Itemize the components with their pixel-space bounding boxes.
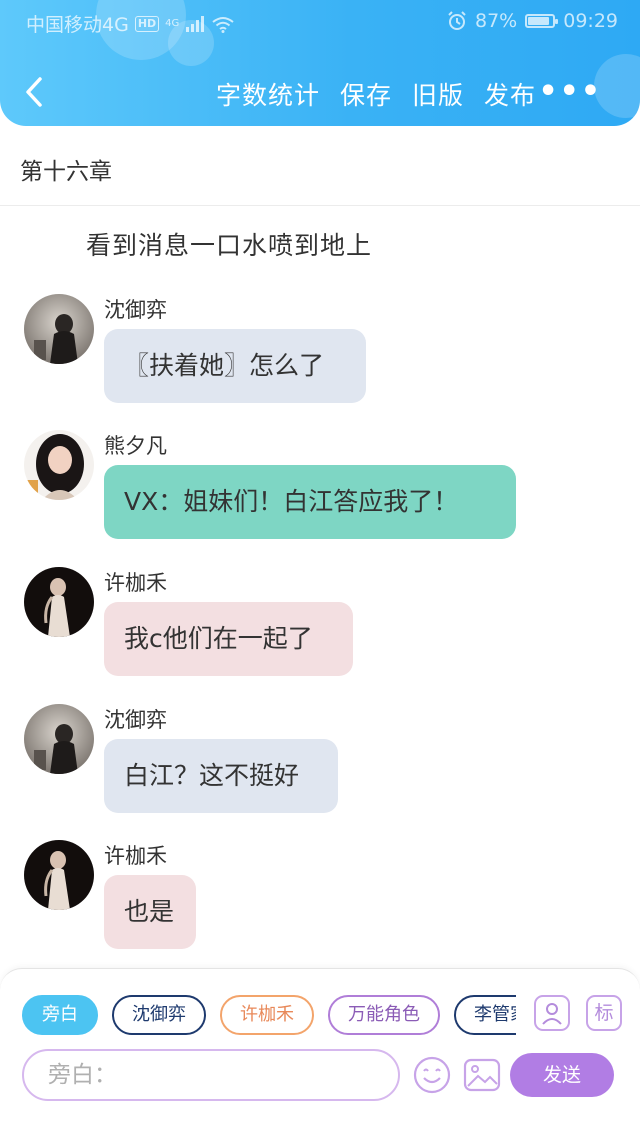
avatar[interactable] xyxy=(24,704,94,774)
back-button[interactable] xyxy=(18,74,52,110)
chip-character[interactable]: 沈御弈 xyxy=(112,995,206,1035)
chip-narrator[interactable]: 旁白 xyxy=(22,995,98,1035)
message-bubble[interactable]: 我c他们在一起了 xyxy=(104,602,353,676)
chip-character[interactable]: 李管家 xyxy=(454,995,516,1035)
emoji-icon[interactable] xyxy=(412,1055,452,1095)
top-header: 中国移动4G HD 4G 87% 09:29 字数统计 保存 旧版 发布 ••• xyxy=(0,0,640,126)
alarm-icon xyxy=(448,11,466,30)
message-bubble[interactable]: 也是 xyxy=(104,875,196,949)
publish-button[interactable]: 发布 xyxy=(484,76,536,112)
network-type: 4G xyxy=(165,18,180,29)
avatar-photo xyxy=(24,294,94,364)
signal-icon xyxy=(186,15,205,32)
carrier-label: 中国移动4G xyxy=(26,14,129,36)
sender-name: 许枷禾 xyxy=(104,844,167,868)
hd-badge: HD xyxy=(134,15,160,32)
battery-icon xyxy=(525,14,559,28)
battery-percent: 87% xyxy=(475,10,518,32)
avatar[interactable] xyxy=(24,840,94,910)
battery-level xyxy=(528,17,550,25)
avatar-photo xyxy=(24,840,94,910)
clock-time: 09:29 xyxy=(563,10,618,32)
message-bubble[interactable]: VX：姐妹们！白江答应我了！ xyxy=(104,465,516,539)
avatar-photo xyxy=(24,704,94,774)
avatar[interactable] xyxy=(24,567,94,637)
old-version-button[interactable]: 旧版 xyxy=(412,76,464,112)
narration-text: 看到消息一口水喷到地上 xyxy=(86,231,373,260)
chevron-left-icon xyxy=(26,77,42,107)
chapter-title-row[interactable]: 第十六章 xyxy=(0,126,640,206)
avatar-photo xyxy=(24,567,94,637)
more-icon[interactable]: ••• xyxy=(538,74,602,109)
sender-name: 许枷禾 xyxy=(104,571,167,595)
sender-name: 熊夕凡 xyxy=(104,434,167,458)
avatar[interactable] xyxy=(24,430,94,500)
sender-name: 沈御弈 xyxy=(104,298,167,322)
wifi-icon xyxy=(212,16,234,33)
avatar-photo xyxy=(24,430,94,500)
send-button[interactable]: 发送 xyxy=(510,1053,614,1097)
status-bar: 中国移动4G HD 4G 87% 09:29 xyxy=(0,0,640,44)
navbar: 字数统计 保存 旧版 发布 ••• xyxy=(0,60,640,126)
chip-character[interactable]: 许枷禾 xyxy=(220,995,314,1035)
image-icon[interactable] xyxy=(462,1055,502,1095)
chapter-title: 第十六章 xyxy=(20,159,112,185)
message-input[interactable] xyxy=(22,1049,400,1101)
save-button[interactable]: 保存 xyxy=(340,76,392,112)
tag-icon-label: 标 xyxy=(594,1002,614,1024)
tag-icon[interactable]: 标 xyxy=(586,995,622,1031)
avatar[interactable] xyxy=(24,294,94,364)
sender-name: 沈御弈 xyxy=(104,708,167,732)
message-bubble[interactable]: 〖扶着她〗怎么了 xyxy=(104,329,366,403)
composer-panel: 旁白 沈御弈 许枷禾 万能角色 李管家 标 发送 xyxy=(0,968,640,1139)
word-count-button[interactable]: 字数统计 xyxy=(216,76,320,112)
chip-universal-role[interactable]: 万能角色 xyxy=(328,995,440,1035)
character-manage-icon[interactable] xyxy=(534,995,570,1031)
character-chips: 旁白 沈御弈 许枷禾 万能角色 李管家 xyxy=(22,995,516,1039)
message-bubble[interactable]: 白江？这不挺好 xyxy=(104,739,338,813)
person-icon xyxy=(542,1003,562,1025)
